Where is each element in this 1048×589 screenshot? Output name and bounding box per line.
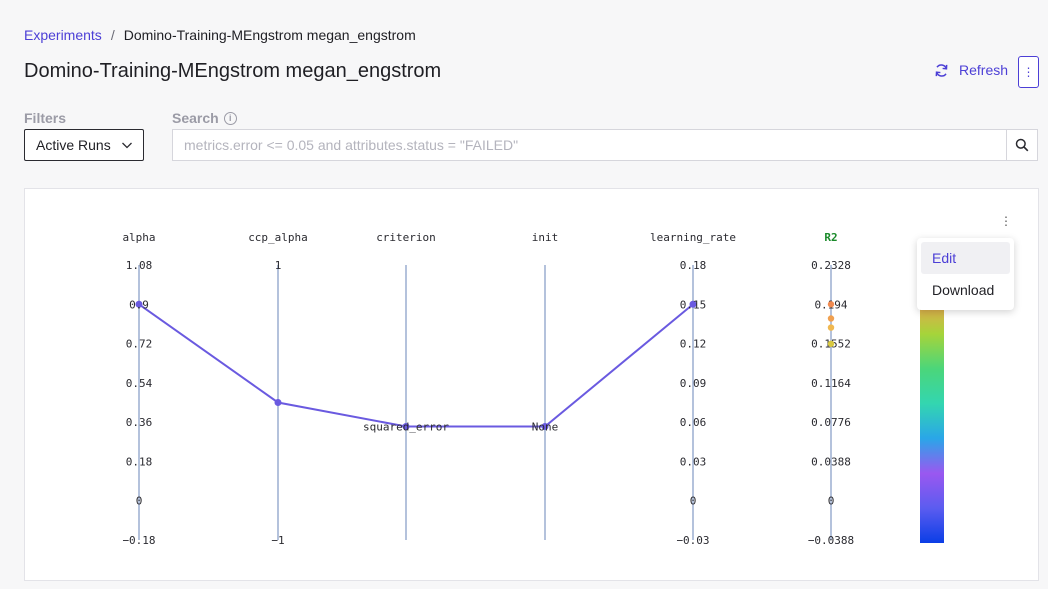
tick-label-R2: 0 xyxy=(828,495,835,508)
parallel-coordinates-panel: alpha ccp_alpha criterion init learning_rate… xyxy=(24,188,1039,581)
search-icon xyxy=(1015,138,1029,152)
colorbar xyxy=(920,299,944,543)
refresh-button[interactable]: Refresh xyxy=(934,62,1008,78)
info-icon[interactable]: i xyxy=(223,111,237,125)
menu-item-edit[interactable]: Edit xyxy=(921,242,1010,274)
tick-label-learning_rate: −0.03 xyxy=(676,534,709,547)
data-point-ccp_alpha[interactable] xyxy=(274,399,282,406)
search-label-text: Search xyxy=(172,110,219,126)
breadcrumb: Experiments / Domino-Training-MEngstrom … xyxy=(24,27,416,43)
data-series-line[interactable] xyxy=(138,303,694,428)
breadcrumb-current: Domino-Training-MEngstrom megan_engstrom xyxy=(123,27,416,43)
axis-title-criterion: criterion xyxy=(376,231,436,244)
tick-label-alpha: 0.18 xyxy=(126,455,153,468)
run-filter-select[interactable]: Active Runs xyxy=(24,129,144,161)
refresh-icon xyxy=(935,63,948,77)
r2-data-point[interactable] xyxy=(827,324,835,331)
run-filter-value: Active Runs xyxy=(36,137,111,153)
tick-label-alpha: 0.9 xyxy=(129,298,149,311)
tick-label-init: None xyxy=(532,421,559,434)
search-button[interactable] xyxy=(1006,129,1038,161)
axis-title-R2: R2 xyxy=(824,231,837,244)
axis-title-learning_rate: learning_rate xyxy=(650,231,736,244)
tick-label-alpha: −0.18 xyxy=(122,534,155,547)
search-input[interactable] xyxy=(172,129,1007,161)
breadcrumb-separator: / xyxy=(110,27,115,43)
tick-label-alpha: 0.54 xyxy=(126,377,153,390)
axis-title-init: init xyxy=(532,231,559,244)
tick-label-R2: 0.0388 xyxy=(811,455,851,468)
filters-label: Filters xyxy=(24,110,67,126)
refresh-label: Refresh xyxy=(959,62,1009,78)
r2-data-point[interactable] xyxy=(827,301,835,308)
tick-label-R2: 0.0776 xyxy=(811,416,851,429)
more-vertical-icon: ⋮ xyxy=(1022,65,1035,79)
tick-label-ccp_alpha: 1 xyxy=(275,259,282,272)
more-options-button[interactable]: ⋮ xyxy=(1018,56,1039,88)
tick-label-learning_rate: 0.03 xyxy=(680,455,707,468)
tick-label-criterion: squared_error xyxy=(363,421,449,434)
tick-label-learning_rate: 0.06 xyxy=(680,416,707,429)
tick-label-R2: 0.1164 xyxy=(811,377,851,390)
axis-title-alpha: alpha xyxy=(122,231,155,244)
tick-label-learning_rate: 0 xyxy=(690,495,697,508)
tick-label-alpha: 1.08 xyxy=(126,259,153,272)
page-title: Domino-Training-MEngstrom megan_engstrom xyxy=(24,60,442,82)
breadcrumb-experiments-link[interactable]: Experiments xyxy=(24,27,102,43)
menu-item-download[interactable]: Download xyxy=(921,274,1010,306)
parallel-coordinates-chart[interactable]: alpha ccp_alpha criterion init learning_rate… xyxy=(25,189,1038,580)
tick-label-learning_rate: 0.12 xyxy=(680,338,707,351)
tick-label-R2: −0.0388 xyxy=(808,534,854,547)
tick-label-learning_rate: 0.15 xyxy=(680,298,707,311)
plot-context-menu: Edit Download xyxy=(917,238,1014,310)
tick-label-alpha: 0.72 xyxy=(126,338,153,351)
axis-title-ccp_alpha: ccp_alpha xyxy=(248,231,308,244)
tick-label-learning_rate: 0.18 xyxy=(680,259,707,272)
tick-label-alpha: 0.36 xyxy=(126,416,153,429)
chevron-down-icon xyxy=(122,142,132,149)
more-vertical-icon[interactable]: ⋮ xyxy=(1000,214,1012,228)
tick-label-ccp_alpha: −1 xyxy=(271,534,284,547)
tick-label-R2: 0.2328 xyxy=(811,259,851,272)
tick-label-alpha: 0 xyxy=(136,495,143,508)
tick-label-learning_rate: 0.09 xyxy=(680,377,707,390)
r2-data-point[interactable] xyxy=(827,340,835,347)
r2-data-point[interactable] xyxy=(827,315,835,322)
search-label: Search i xyxy=(172,110,237,126)
